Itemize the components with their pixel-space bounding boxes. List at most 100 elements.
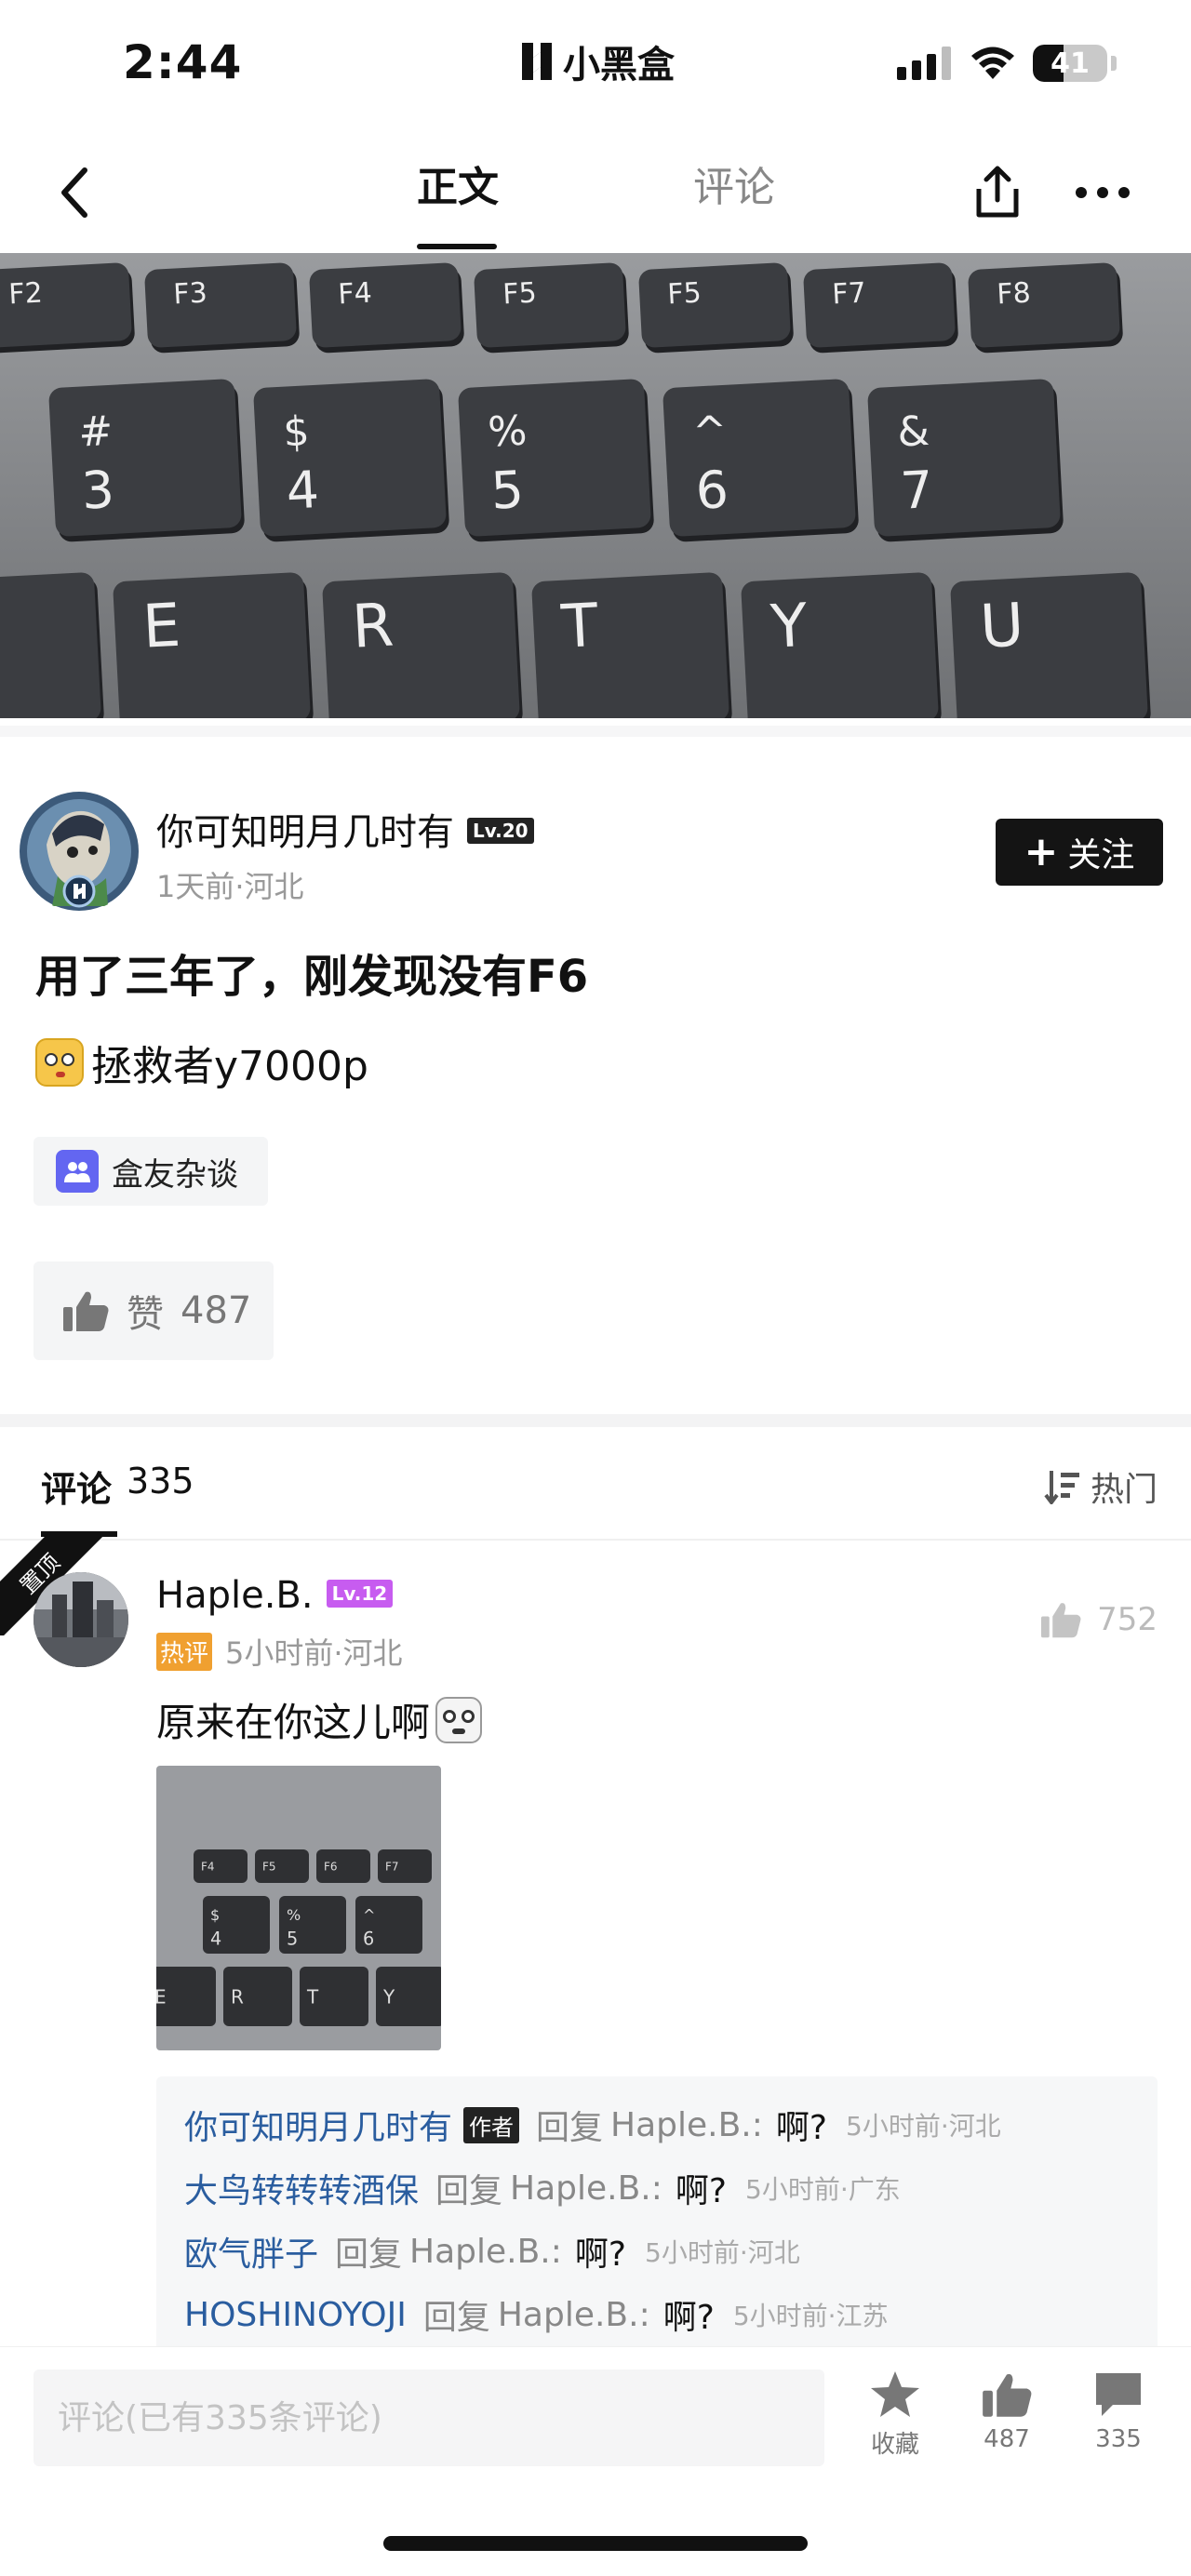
reply-word: 回复 xyxy=(335,2236,403,2274)
reply-author-name[interactable]: 欧气胖子 xyxy=(184,2227,318,2276)
key-label: R xyxy=(351,592,395,662)
comment-icon xyxy=(1096,2373,1141,2416)
comment-like-button[interactable]: 752 xyxy=(1039,1600,1158,1639)
comment-like-count: 752 xyxy=(1097,1601,1158,1638)
post-device: 拯救者y7000p xyxy=(91,1043,368,1090)
hot-comment-badge: 热评 xyxy=(156,1632,213,1671)
key-label: F3 xyxy=(172,277,207,312)
bottom-comment-count: 335 xyxy=(1095,2425,1142,2453)
key-label: % xyxy=(487,407,528,457)
author-name[interactable]: 你可知明月几时有 xyxy=(156,811,454,854)
keyboard-photo-thumbnail: F4 F5 F6 F7 $4% 5 ^ 6 E R T Y xyxy=(156,1766,441,2050)
bottom-like-button[interactable]: 487 xyxy=(960,2369,1053,2453)
key-label: 5 xyxy=(489,460,525,521)
number-key: ^6 xyxy=(662,379,859,542)
letter-key: W xyxy=(0,572,104,718)
reply-target[interactable]: Haple.B.: xyxy=(510,2169,662,2208)
top-nav: 正文 评论 xyxy=(0,140,1191,251)
surprised-emoji-icon xyxy=(35,1038,84,1087)
key-label: # xyxy=(77,407,114,457)
reply-author-name[interactable]: 大鸟转转转酒保 xyxy=(184,2164,419,2212)
key-label: $ xyxy=(282,407,311,456)
post-image[interactable]: F2F3F4F5F5F7F8#3$4%5^6&7WERTYU xyxy=(0,253,1191,718)
home-indicator xyxy=(383,2536,808,2551)
reply-target[interactable]: Haple.B.: xyxy=(409,2233,562,2271)
commenter-avatar[interactable] xyxy=(33,1572,128,1667)
reply-time-location: 5小时前·河北 xyxy=(846,2111,1001,2142)
comment-meta: 热评 5小时前·河北 xyxy=(156,1630,403,1673)
letter-key: E xyxy=(113,572,314,718)
back-button[interactable] xyxy=(47,160,102,225)
comments-header: 评论 335 热门 xyxy=(0,1427,1191,1539)
topic-tag[interactable]: 盒友杂谈 xyxy=(33,1137,268,1206)
comment-time-location: 5小时前·河北 xyxy=(225,1635,403,1671)
thumb-key-label: F5 xyxy=(262,1860,276,1873)
thumbs-up-icon xyxy=(983,2374,1032,2417)
tab-comments[interactable]: 评论 xyxy=(693,160,775,225)
thumbs-up-icon xyxy=(1041,1603,1081,1638)
author-avatar[interactable] xyxy=(19,791,140,912)
heybox-logo-icon xyxy=(522,43,552,80)
reply-item[interactable]: 欧气胖子 回复 Haple.B.: 啊? 5小时前·河北 xyxy=(184,2220,1130,2283)
key-label: F4 xyxy=(337,277,372,312)
author-name-row[interactable]: 你可知明月几时有 Lv.20 xyxy=(156,802,534,856)
function-key: F8 xyxy=(968,262,1123,354)
key-label: ^ xyxy=(691,407,728,457)
like-count: 487 xyxy=(181,1289,252,1332)
comment-input[interactable] xyxy=(33,2369,824,2466)
comment-image[interactable]: F4 F5 F6 F7 $4% 5 ^ 6 E R T Y xyxy=(156,1766,441,2050)
tab-active-indicator xyxy=(417,244,497,249)
reply-target[interactable]: Haple.B.: xyxy=(498,2296,650,2334)
thumb-key-label: F4 xyxy=(201,1860,215,1873)
comments-label[interactable]: 评论 xyxy=(41,1461,112,1512)
commenter-name-row[interactable]: Haple.B. Lv.12 xyxy=(156,1574,394,1617)
post-like-button[interactable]: 赞 487 xyxy=(33,1261,274,1360)
reply-item[interactable]: HOSHINOYOJI 回复 Haple.B.: 啊? 5小时前·江苏 xyxy=(184,2283,1130,2346)
thumb-key-label: E xyxy=(156,1986,167,2009)
share-button[interactable] xyxy=(970,160,1025,225)
reply-author-name[interactable]: 你可知明月几时有 xyxy=(184,2101,452,2149)
key-label: 7 xyxy=(899,460,934,521)
more-icon xyxy=(1076,187,1130,198)
more-button[interactable] xyxy=(1070,160,1135,225)
topic-label: 盒友杂谈 xyxy=(112,1155,238,1194)
reply-author-name[interactable]: HOSHINOYOJI xyxy=(184,2296,407,2334)
reply-time-location: 5小时前·广东 xyxy=(745,2174,901,2205)
avatar-image xyxy=(33,1572,128,1667)
thumb-key-label: Y xyxy=(382,1986,395,2009)
thumb-key-label: $ xyxy=(210,1906,220,1924)
reply-text: 啊? xyxy=(662,2299,715,2337)
users-icon xyxy=(56,1150,99,1193)
comment-text: 原来在你这儿啊 xyxy=(156,1700,431,1745)
reply-time-location: 5小时前·河北 xyxy=(645,2237,800,2268)
comments-count: 335 xyxy=(127,1461,194,1502)
post-title: 用了三年了，刚发现没有F6 xyxy=(35,951,589,1003)
function-key: F3 xyxy=(144,262,300,354)
reply-item[interactable]: 你可知明月几时有 作者 回复 Haple.B.: 啊? 5小时前·河北 xyxy=(184,2093,1130,2156)
thumb-key-label: R xyxy=(231,1986,244,2009)
key-label: T xyxy=(559,592,601,662)
follow-button[interactable]: + 关注 xyxy=(996,819,1163,886)
follow-label: 关注 xyxy=(1067,836,1135,874)
favorite-button[interactable]: 收藏 xyxy=(849,2369,942,2460)
thumb-key-label: % xyxy=(287,1906,301,1924)
bottom-comment-button[interactable]: 335 xyxy=(1072,2369,1165,2453)
function-key: F5 xyxy=(638,262,794,354)
thumbs-up-icon xyxy=(63,1291,109,1331)
post-device-line: 拯救者y7000p xyxy=(35,1033,368,1092)
letter-key: R xyxy=(322,572,523,718)
function-key: F5 xyxy=(474,262,629,354)
sort-button[interactable]: 热门 xyxy=(1044,1462,1158,1511)
key-label: E xyxy=(141,592,182,662)
commenter-name[interactable]: Haple.B. xyxy=(156,1574,314,1617)
status-app-name: 小黑盒 xyxy=(563,44,675,87)
key-label: U xyxy=(979,591,1026,661)
number-key: &7 xyxy=(867,379,1064,542)
reply-word: 回复 xyxy=(422,2299,490,2337)
number-key: $4 xyxy=(253,379,449,542)
letter-key: T xyxy=(531,572,732,718)
tab-article[interactable]: 正文 xyxy=(417,160,499,225)
reply-item[interactable]: 大鸟转转转酒保 回复 Haple.B.: 啊? 5小时前·广东 xyxy=(184,2156,1130,2220)
reply-target[interactable]: Haple.B.: xyxy=(610,2106,763,2144)
key-label: 4 xyxy=(285,460,320,521)
